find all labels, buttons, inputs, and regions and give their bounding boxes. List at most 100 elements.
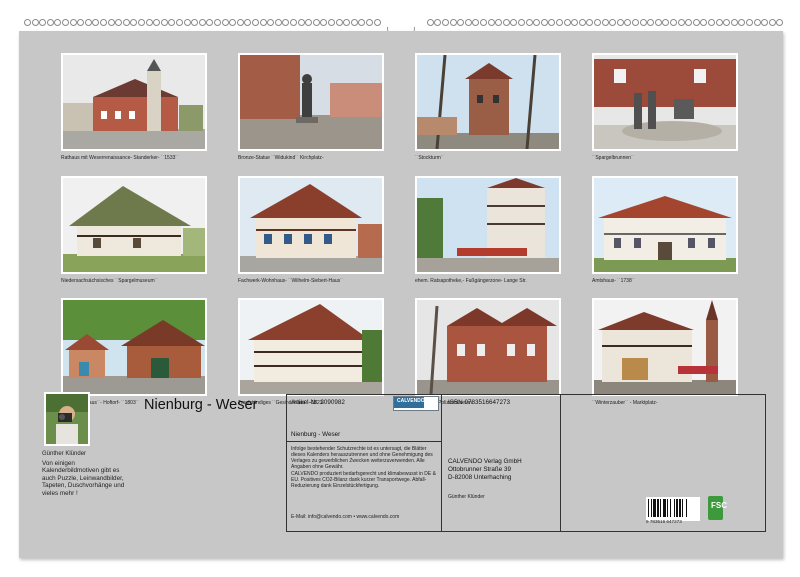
binding-ring <box>601 19 609 26</box>
binding-ring <box>259 19 267 26</box>
photo-pedestrian-zone <box>415 176 561 274</box>
statue-photo <box>240 55 382 149</box>
binding-ring <box>723 19 731 26</box>
photo-tower <box>415 53 561 151</box>
barcode-bar <box>657 499 659 517</box>
binding-ring <box>305 19 313 26</box>
binding-ring <box>350 19 358 26</box>
spiral-binding <box>0 13 800 42</box>
isbn: ISBN 9783516647273 <box>448 399 510 406</box>
binding-ring <box>609 19 617 26</box>
binding-ring <box>434 19 442 26</box>
binding-ring <box>449 19 457 26</box>
binding-ring <box>358 19 366 26</box>
barcode-number: 9 783516 647273 <box>646 519 682 524</box>
binding-ring <box>495 19 503 26</box>
binding-ring <box>594 19 601 26</box>
binding-ring <box>510 19 518 26</box>
binding-ring <box>62 19 69 26</box>
author-photo <box>44 392 90 446</box>
barcode-bar <box>676 499 678 517</box>
photo-town-hall <box>61 53 207 151</box>
photo-caption: Rathaus mit Weserrenaissance- Standerker… <box>61 155 179 161</box>
binding-ring <box>153 19 161 26</box>
tower-photo <box>417 55 559 149</box>
timber-house-photo <box>240 178 382 272</box>
photo-fountain <box>592 53 738 151</box>
binding-ring <box>290 19 297 26</box>
photo-statue <box>238 53 384 151</box>
binding-ring <box>654 19 662 26</box>
binding-ring <box>624 19 632 26</box>
photo-caption: ´´Stockturm´´ <box>415 155 445 161</box>
police-museum-photo <box>417 300 559 394</box>
binding-ring <box>244 19 252 26</box>
binding-ring <box>533 19 541 26</box>
photo-thatched-house <box>61 176 207 274</box>
thatched-house-photo <box>63 178 205 272</box>
binding-ring <box>24 19 31 26</box>
binding-ring <box>297 19 305 26</box>
binding-ring <box>206 19 214 26</box>
binding-ring <box>677 19 685 26</box>
binding-ring <box>586 19 594 26</box>
article-number: Artikel-Nr. 2090982 <box>291 399 345 406</box>
binding-ring <box>548 19 556 26</box>
binding-ring <box>502 19 510 26</box>
fountain-photo <box>594 55 736 149</box>
barcode-bar <box>651 499 652 517</box>
binding-ring <box>472 19 480 26</box>
binding-ring <box>343 19 351 26</box>
calvendo-logo-text: CALVENDO <box>397 398 425 404</box>
binding-ring <box>632 19 639 26</box>
barcode-bar <box>653 499 656 517</box>
binding-ring <box>168 19 176 26</box>
binding-ring <box>692 19 700 26</box>
binding-ring <box>373 19 381 26</box>
author-blurb: Von einigen Kalenderbildmotiven gibt es … <box>42 460 125 497</box>
binding-ring <box>639 19 647 26</box>
photo-caption: ehem. Ratsapotheke,- Fußgängerzone- Lang… <box>415 278 527 284</box>
pedestrian-zone-photo <box>417 178 559 272</box>
barcode-bar <box>686 499 687 517</box>
photo-caption: Bronze-Statue ´´Widukind´´ Kirchplatz- <box>238 155 324 161</box>
binding-ring <box>69 19 77 26</box>
binding-ring <box>480 19 487 26</box>
imprint-author: Günther Klünder <box>448 494 485 500</box>
binding-ring <box>578 19 586 26</box>
binding-ring <box>700 19 708 26</box>
binding-ring <box>160 19 168 26</box>
binding-ring <box>54 19 62 26</box>
barcode-bar <box>663 499 666 517</box>
photo-caption: Fachwerk-Wohnhaus- ´´Wilhelm-Siebert-Hau… <box>238 278 344 284</box>
binding-ring <box>457 19 465 26</box>
eco-text: CALVENDO produziert bedarfsgerecht und k… <box>291 471 436 489</box>
binding-ring <box>366 19 373 26</box>
barcode-bar <box>674 499 675 517</box>
fsc-logo: FSC <box>708 496 727 520</box>
binding-ring <box>145 19 153 26</box>
binding-ring <box>236 19 244 26</box>
binding-ring <box>662 19 670 26</box>
barn-photo <box>63 300 205 394</box>
publisher-city: D-82008 Unterhaching <box>448 474 512 481</box>
binding-ring <box>738 19 746 26</box>
binding-ring <box>730 19 738 26</box>
barcode-bar <box>679 499 681 517</box>
binding-ring <box>100 19 107 26</box>
binding-ring <box>715 19 723 26</box>
binding-ring <box>487 19 495 26</box>
fsc-label: FSC <box>711 501 727 510</box>
binding-ring <box>115 19 123 26</box>
binding-ring <box>320 19 328 26</box>
binding-ring <box>328 19 335 26</box>
binding-ring <box>282 19 290 26</box>
binding-ring <box>122 19 130 26</box>
binding-ring <box>46 19 54 26</box>
calvendo-logo: CALVENDO <box>393 396 439 411</box>
binding-ring <box>176 19 183 26</box>
binding-ring <box>708 19 715 26</box>
binding-ring <box>442 19 449 26</box>
binding-ring <box>518 19 525 26</box>
publisher-name: CALVENDO Verlag GmbH <box>448 458 522 465</box>
